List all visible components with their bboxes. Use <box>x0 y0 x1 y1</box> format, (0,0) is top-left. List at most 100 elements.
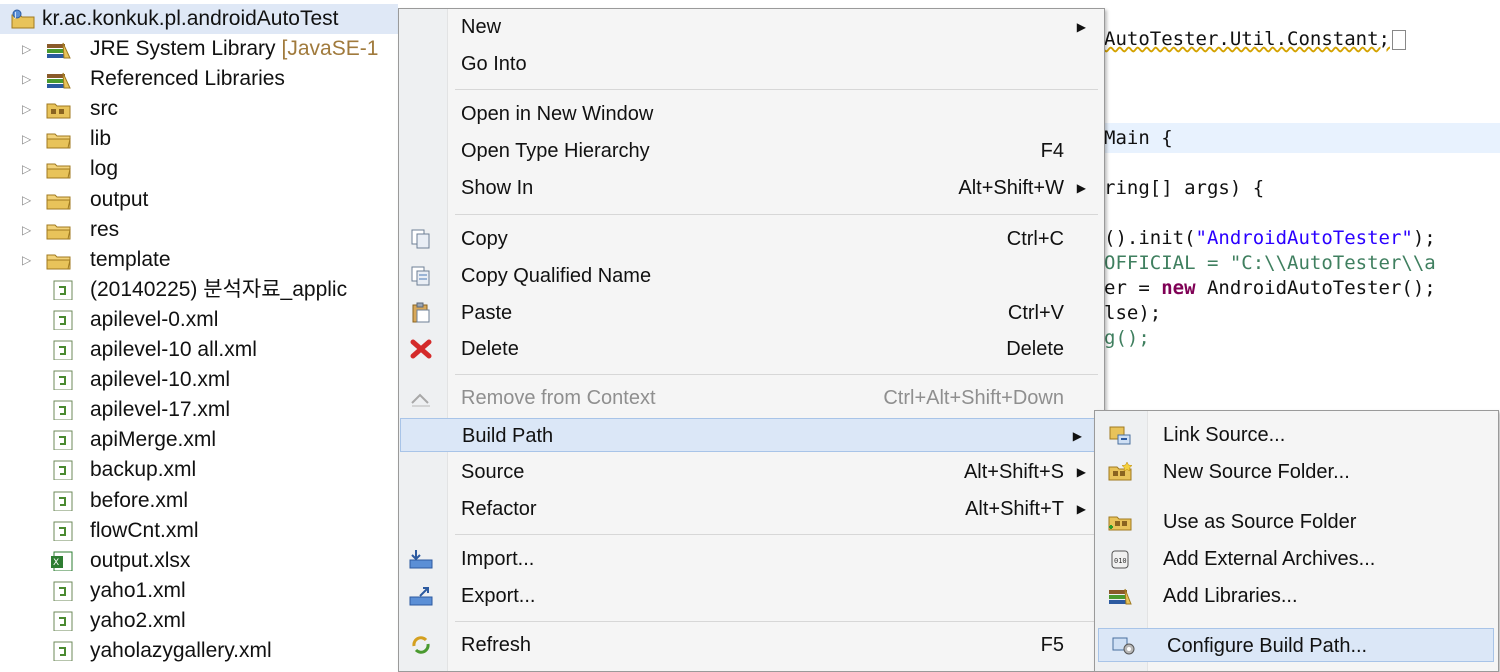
add-external-archives-icon: 010 <box>1111 550 1129 569</box>
tree-item-project-root[interactable]: J kr.ac.konkuk.pl.androidAutoTest <box>0 4 398 34</box>
menu-item-refactor[interactable]: Refactor Alt+Shift+T ▶ <box>399 492 1104 526</box>
submenu-item-new-source-folder[interactable]: New Source Folder... <box>1095 455 1498 489</box>
submenu-item-add-external-archives[interactable]: 010 Add External Archives... <box>1095 542 1498 576</box>
expand-arrow-icon[interactable]: ▷ <box>22 215 34 245</box>
tree-item[interactable]: apilevel-10.xml <box>0 365 398 395</box>
menu-item-refresh[interactable]: Refresh F5 <box>399 628 1104 662</box>
tree-item[interactable]: ▷ template <box>0 245 398 275</box>
export-icon <box>409 587 433 606</box>
submenu-arrow-icon: ▶ <box>1076 181 1086 195</box>
tree-item-suffix: [JavaSE-1 <box>281 37 379 60</box>
xml-file-icon <box>53 521 73 541</box>
tree-item[interactable]: yaho2.xml <box>0 606 398 636</box>
tree-item[interactable]: apilevel-17.xml <box>0 395 398 425</box>
xml-file-icon <box>53 430 73 451</box>
tree-item[interactable]: apilevel-10 all.xml <box>0 335 398 365</box>
menu-item-copy-qualified-name[interactable]: Copy Qualified Name <box>399 259 1104 293</box>
code-line-class: Main { <box>1104 127 1173 149</box>
menu-item-remove-from-context[interactable]: Remove from Context Ctrl+Alt+Shift+Down <box>399 381 1104 415</box>
menu-separator <box>455 534 1098 535</box>
tree-item[interactable]: flowCnt.xml <box>0 516 398 546</box>
submenu-arrow-icon: ▶ <box>1072 429 1082 443</box>
expand-arrow-icon[interactable]: ▷ <box>22 34 34 64</box>
tree-item-label: output <box>90 185 148 215</box>
submenu-item-add-libraries[interactable]: Add Libraries... <box>1095 579 1498 613</box>
expand-arrow-icon[interactable]: ▷ <box>22 94 34 124</box>
tree-item-text: output.xlsx <box>90 548 191 572</box>
menu-separator <box>455 214 1098 215</box>
tree-item[interactable]: yaholazygallery.xml <box>0 636 398 666</box>
submenu-arrow-icon: ▶ <box>1076 20 1086 34</box>
submenu-arrow-icon: ▶ <box>1076 465 1086 479</box>
menu-item-new[interactable]: New ▶ <box>399 10 1104 44</box>
expand-arrow-icon[interactable]: ▷ <box>22 245 34 275</box>
source-folder-icon <box>46 103 71 119</box>
tree-item[interactable]: ▷ res <box>0 215 398 245</box>
tree-item-label: Referenced Libraries <box>90 64 285 94</box>
folded-code-marker[interactable] <box>1391 29 1406 50</box>
xml-file-icon <box>53 491 73 511</box>
tree-item-label: backup.xml <box>90 455 196 485</box>
tree-item-text: log <box>90 157 119 181</box>
import-icon <box>409 550 433 569</box>
xml-file-icon <box>53 280 73 300</box>
submenu-item-link-source[interactable]: Link Source... <box>1095 418 1498 452</box>
xml-file-icon <box>53 611 73 631</box>
svg-text:010: 010 <box>1114 557 1127 565</box>
tree-item-label: JRE System Library [JavaSE-1 <box>90 34 378 64</box>
tree-item-label: yaholazygallery.xml <box>90 636 272 666</box>
excel-file-icon: X <box>51 551 73 571</box>
expand-arrow-icon[interactable]: ▷ <box>22 64 34 94</box>
add-libraries-icon <box>1109 588 1132 605</box>
tree-item-text: backup.xml <box>90 458 197 482</box>
expand-arrow-icon[interactable]: ▷ <box>22 124 34 154</box>
tree-item[interactable]: ▷ output <box>0 185 398 215</box>
menu-item-show-in[interactable]: Show In Alt+Shift+W ▶ <box>399 171 1104 205</box>
menu-item-copy[interactable]: Copy Ctrl+C <box>399 222 1104 256</box>
menu-item-open-in-new-window[interactable]: Open in New Window <box>399 97 1104 131</box>
menu-item-paste[interactable]: Paste Ctrl+V <box>399 296 1104 330</box>
submenu-item-use-as-source-folder[interactable]: Use as Source Folder <box>1095 505 1498 539</box>
menu-item-build-path[interactable]: Build Path ▶ <box>400 418 1100 452</box>
tree-item-label: apiMerge.xml <box>90 425 216 455</box>
code-line-official: OFFICIAL = "C:\\AutoTester\\a <box>1104 252 1436 274</box>
tree-item-label: apilevel-10 all.xml <box>90 335 257 365</box>
menu-item-source[interactable]: Source Alt+Shift+S ▶ <box>399 455 1104 489</box>
tree-item-text: before.xml <box>90 488 189 512</box>
tree-item[interactable]: ▷ Referenced Libraries <box>0 64 398 94</box>
tree-item[interactable]: backup.xml <box>0 455 398 485</box>
tree-item[interactable]: Xoutput.xlsx <box>0 546 398 576</box>
tree-item-label: src <box>90 94 118 124</box>
refresh-icon <box>412 636 430 654</box>
library-icon <box>47 72 71 89</box>
tree-item[interactable]: (20140225) 분석자료_applic <box>0 275 398 305</box>
expand-arrow-icon[interactable]: ▷ <box>22 185 34 215</box>
menu-item-open-type-hierarchy[interactable]: Open Type Hierarchy F4 <box>399 134 1104 168</box>
svg-text:J: J <box>14 11 17 19</box>
menu-separator <box>455 89 1098 90</box>
menu-item-delete[interactable]: Delete Delete <box>399 332 1104 366</box>
link-source-icon <box>1109 426 1131 445</box>
menu-item-import[interactable]: Import... <box>399 542 1104 576</box>
submenu-item-configure-build-path[interactable]: Configure Build Path... <box>1098 628 1494 662</box>
tree-item[interactable]: apilevel-0.xml <box>0 305 398 335</box>
menu-separator <box>455 621 1098 622</box>
tree-item-text: yaho1.xml <box>90 578 186 602</box>
menu-item-export[interactable]: Export... <box>399 579 1104 613</box>
tree-item[interactable]: ▷ log <box>0 154 398 184</box>
menu-item-go-into[interactable]: Go Into <box>399 47 1104 81</box>
tree-item[interactable]: ▷ lib <box>0 124 398 154</box>
tree-item[interactable]: yaho1.xml <box>0 576 398 606</box>
expand-arrow-icon[interactable]: ▷ <box>22 154 34 184</box>
tree-item-text: Referenced Libraries <box>90 67 285 91</box>
tree-item[interactable]: before.xml <box>0 486 398 516</box>
folder-icon <box>46 163 71 179</box>
tree-item-label: res <box>90 215 119 245</box>
svg-text:X: X <box>53 558 59 568</box>
tree-item[interactable]: apiMerge.xml <box>0 425 398 455</box>
tree-item-text: apiMerge.xml <box>90 428 217 452</box>
tree-item[interactable]: ▷ src <box>0 94 398 124</box>
build-path-submenu: Link Source... New Source Folder... Use … <box>1094 410 1499 672</box>
tree-item[interactable]: ▷ JRE System Library [JavaSE-1 <box>0 34 398 64</box>
folder-icon <box>46 194 71 209</box>
